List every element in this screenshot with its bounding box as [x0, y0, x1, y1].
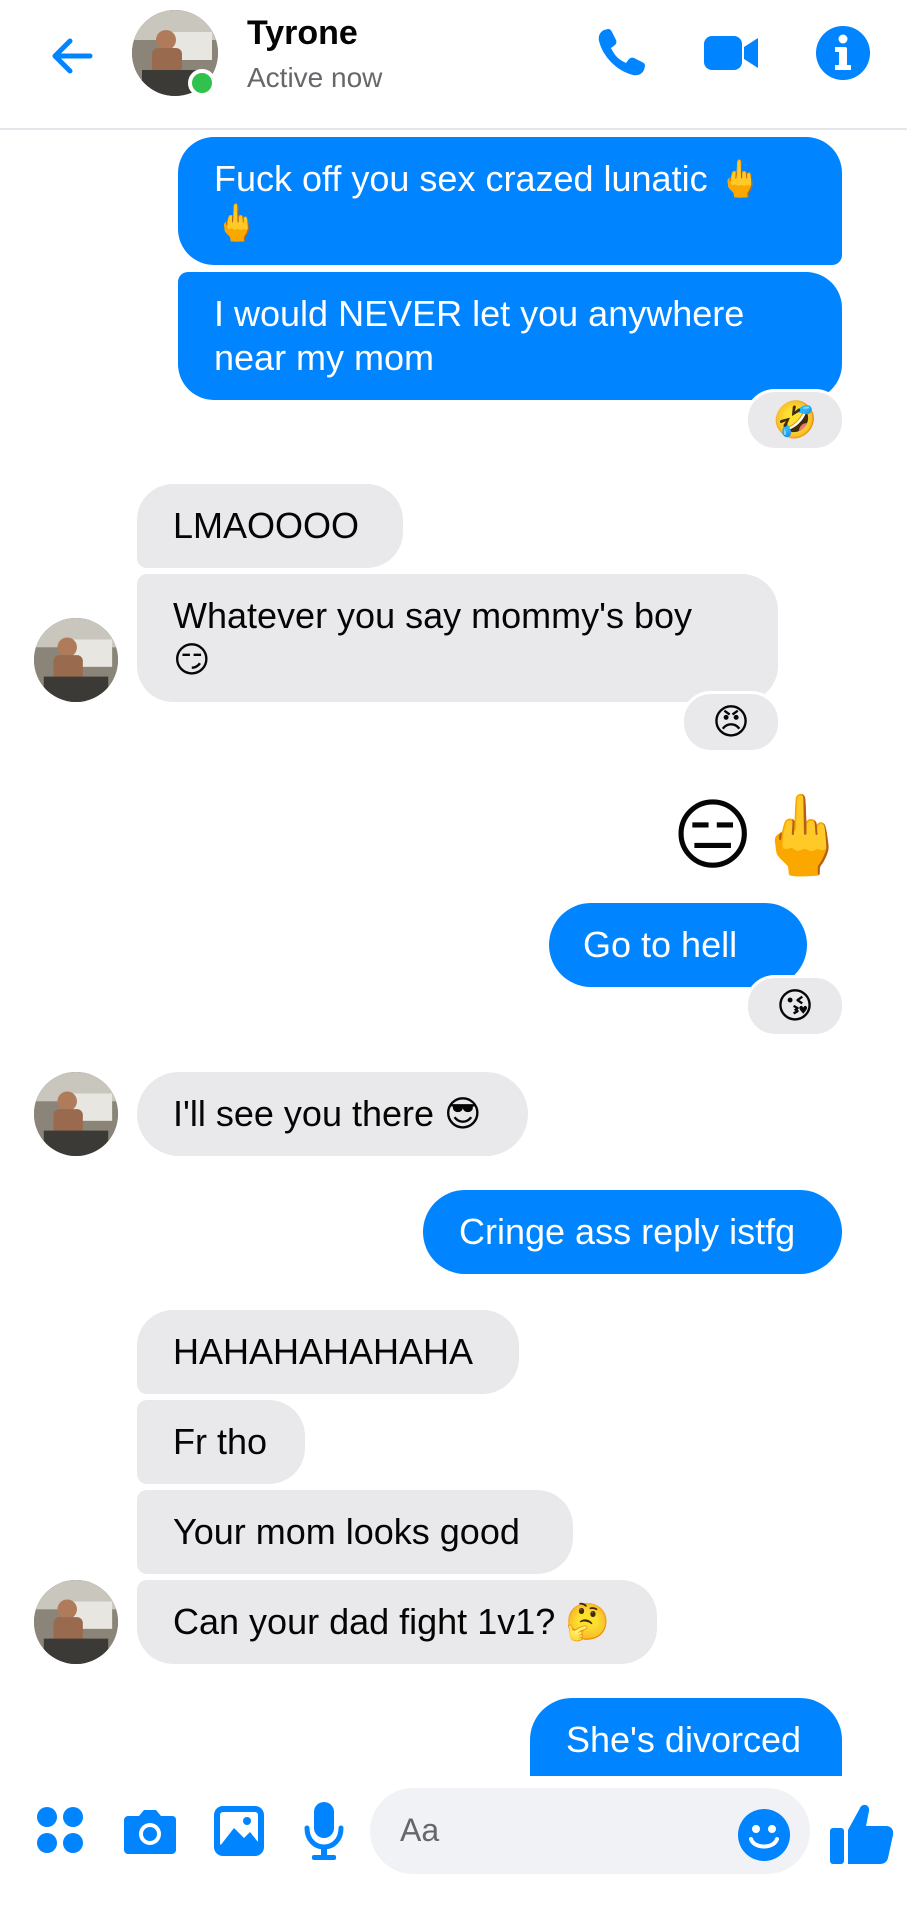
message-bubble-incoming[interactable]: Your mom looks good: [137, 1490, 573, 1574]
apps-grid-icon[interactable]: [34, 1804, 86, 1856]
message-text: Go to hell bro: [583, 924, 738, 1049]
message-bubble-incoming[interactable]: Fr tho: [137, 1400, 305, 1484]
contact-avatar-small[interactable]: [34, 1072, 118, 1156]
message-bubble-outgoing[interactable]: Go to hell bro: [549, 903, 807, 1049]
video-camera-icon[interactable]: [700, 22, 762, 84]
message-line: near my mom: [214, 337, 435, 378]
message-text: Cringe ass reply istfg: [459, 1211, 796, 1252]
chat-header: Tyrone Active now: [0, 0, 907, 130]
message-text: HAHAHAHAHAHA: [173, 1331, 474, 1372]
contact-avatar-small[interactable]: [34, 618, 118, 702]
contact-avatar-small[interactable]: [34, 1580, 118, 1664]
angry-emoji: 😠: [712, 701, 750, 742]
message-bubble-incoming[interactable]: LMAOOOO: [137, 484, 403, 568]
avatar-photo: [34, 1072, 118, 1156]
message-line: Whatever you say mommy's boy: [173, 595, 693, 636]
message-bubble-incoming[interactable]: Whatever you say mommy's boy 😏: [137, 574, 778, 702]
message-line: 🖕: [214, 202, 259, 243]
message-bubble-incoming[interactable]: I'll see you there 😎: [137, 1072, 528, 1156]
message-text: She's divorced: [566, 1719, 802, 1760]
message-text: LMAOOOO: [173, 505, 360, 546]
microphone-icon[interactable]: [302, 1800, 346, 1862]
message-bubble-incoming[interactable]: Can your dad fight 1v1? 🤔: [137, 1580, 657, 1664]
message-bubble-outgoing[interactable]: I would NEVER let you anywhere near my m…: [178, 272, 842, 400]
thumbs-up-icon[interactable]: [826, 1798, 898, 1870]
camera-icon[interactable]: [122, 1806, 178, 1856]
message-line: 😏: [173, 639, 211, 680]
message-text: Fr tho: [173, 1421, 268, 1462]
message-bubble-outgoing[interactable]: Cringe ass reply istfg: [423, 1190, 842, 1274]
message-text: Can your dad fight 1v1? 🤔: [173, 1601, 611, 1642]
info-icon[interactable]: [812, 22, 874, 84]
message-text: I'll see you there 😎: [173, 1093, 482, 1134]
phone-icon[interactable]: [590, 22, 652, 84]
message-line: Fuck off you sex crazed lunatic 🖕: [214, 158, 763, 199]
message-text: Your mom looks good: [173, 1511, 520, 1552]
active-status: Active now: [247, 62, 383, 93]
rofl-emoji: 🤣: [772, 399, 818, 440]
message-bubble-outgoing[interactable]: Fuck off you sex crazed lunatic 🖕 🖕: [178, 137, 842, 265]
reaction-badge[interactable]: 😠: [681, 691, 781, 753]
emoji-icon[interactable]: [736, 1807, 792, 1863]
message-bubble-incoming[interactable]: HAHAHAHAHAHA: [137, 1310, 519, 1394]
reaction-badge[interactable]: 😘: [745, 975, 845, 1037]
back-arrow-icon[interactable]: [44, 28, 100, 84]
contact-name[interactable]: Tyrone: [247, 14, 358, 53]
message-input-placeholder: Aa: [400, 1812, 440, 1848]
avatar-photo: [34, 1580, 118, 1664]
message-line: I would NEVER let you anywhere: [214, 293, 745, 334]
gallery-icon[interactable]: [212, 1804, 266, 1858]
avatar-photo: [34, 618, 118, 702]
online-indicator: [188, 69, 216, 97]
kiss-emoji: 😘: [776, 985, 814, 1026]
reaction-badge[interactable]: 🤣: [745, 389, 845, 451]
large-emoji-message[interactable]: 😑🖕: [672, 790, 850, 880]
